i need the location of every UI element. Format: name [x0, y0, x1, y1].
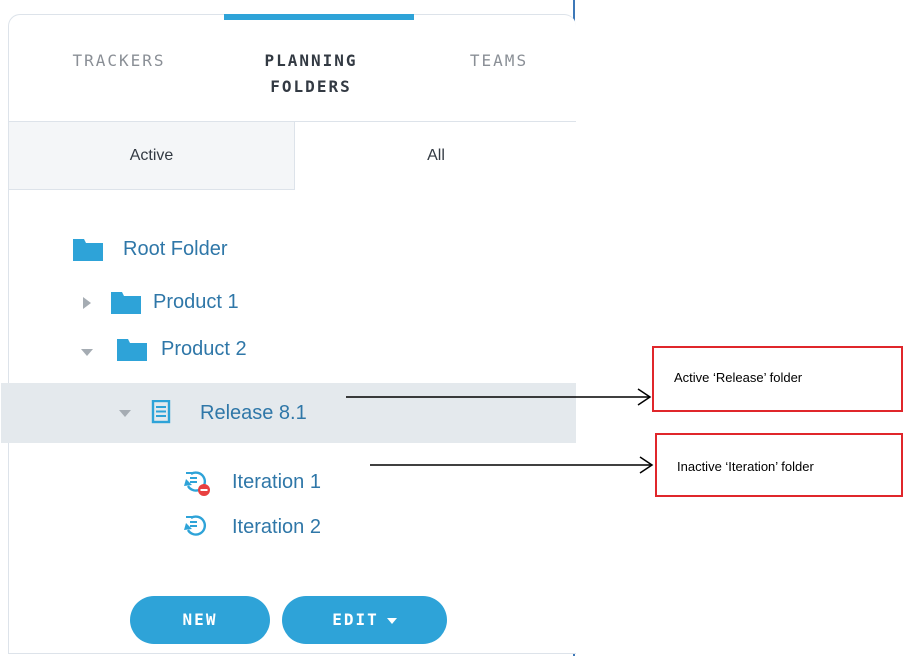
tree-item-iteration-1[interactable]: Iteration 1 — [1, 463, 576, 503]
folder-icon — [111, 292, 141, 314]
callout-active-release: Active ‘Release’ folder — [652, 346, 903, 412]
tree-item-product-1[interactable]: Product 1 — [1, 283, 576, 323]
release-arrow-head — [637, 388, 652, 406]
tree-item-label: Release 8.1 — [200, 402, 307, 424]
folder-icon — [73, 239, 103, 261]
tree-item-label: Product 2 — [161, 338, 247, 360]
new-button[interactable]: NEW — [130, 596, 270, 644]
callout-release-text: Active ‘Release’ folder — [674, 370, 803, 385]
tree-item-product-2[interactable]: Product 2 — [1, 331, 576, 371]
folder-icon — [117, 339, 147, 361]
iteration-icon — [184, 515, 207, 536]
tree-item-release-8-1[interactable]: Release 8.1 — [1, 383, 576, 443]
caret-down-icon[interactable] — [81, 349, 93, 356]
new-button-label: NEW — [182, 610, 218, 629]
planning-panel: TRACKERS PLANNING FOLDERS TEAMS Active A… — [0, 0, 576, 656]
chevron-down-icon — [386, 617, 397, 624]
tree-item-label: Root Folder — [123, 238, 228, 260]
release-list-icon — [151, 400, 171, 424]
caret-down-icon[interactable] — [119, 410, 131, 417]
folder-tree: Root Folder Product 1 Product 2 Release … — [1, 15, 576, 653]
tree-item-label: Iteration 2 — [232, 516, 321, 538]
edit-button-label: EDIT — [332, 610, 379, 629]
tree-item-root-folder[interactable]: Root Folder — [1, 230, 576, 270]
tree-item-iteration-2[interactable]: Iteration 2 — [1, 506, 576, 546]
planning-card: TRACKERS PLANNING FOLDERS TEAMS Active A… — [1, 14, 576, 654]
caret-right-icon[interactable] — [83, 297, 91, 309]
callout-inactive-iteration: Inactive ‘Iteration’ folder — [655, 433, 903, 497]
callout-iteration-text: Inactive ‘Iteration’ folder — [677, 459, 814, 474]
tree-item-label: Iteration 1 — [232, 471, 321, 493]
iteration-inactive-icon — [184, 471, 210, 496]
iteration-arrow-head — [639, 456, 654, 474]
edit-button[interactable]: EDIT — [282, 596, 447, 644]
tree-item-label: Product 1 — [153, 291, 239, 313]
